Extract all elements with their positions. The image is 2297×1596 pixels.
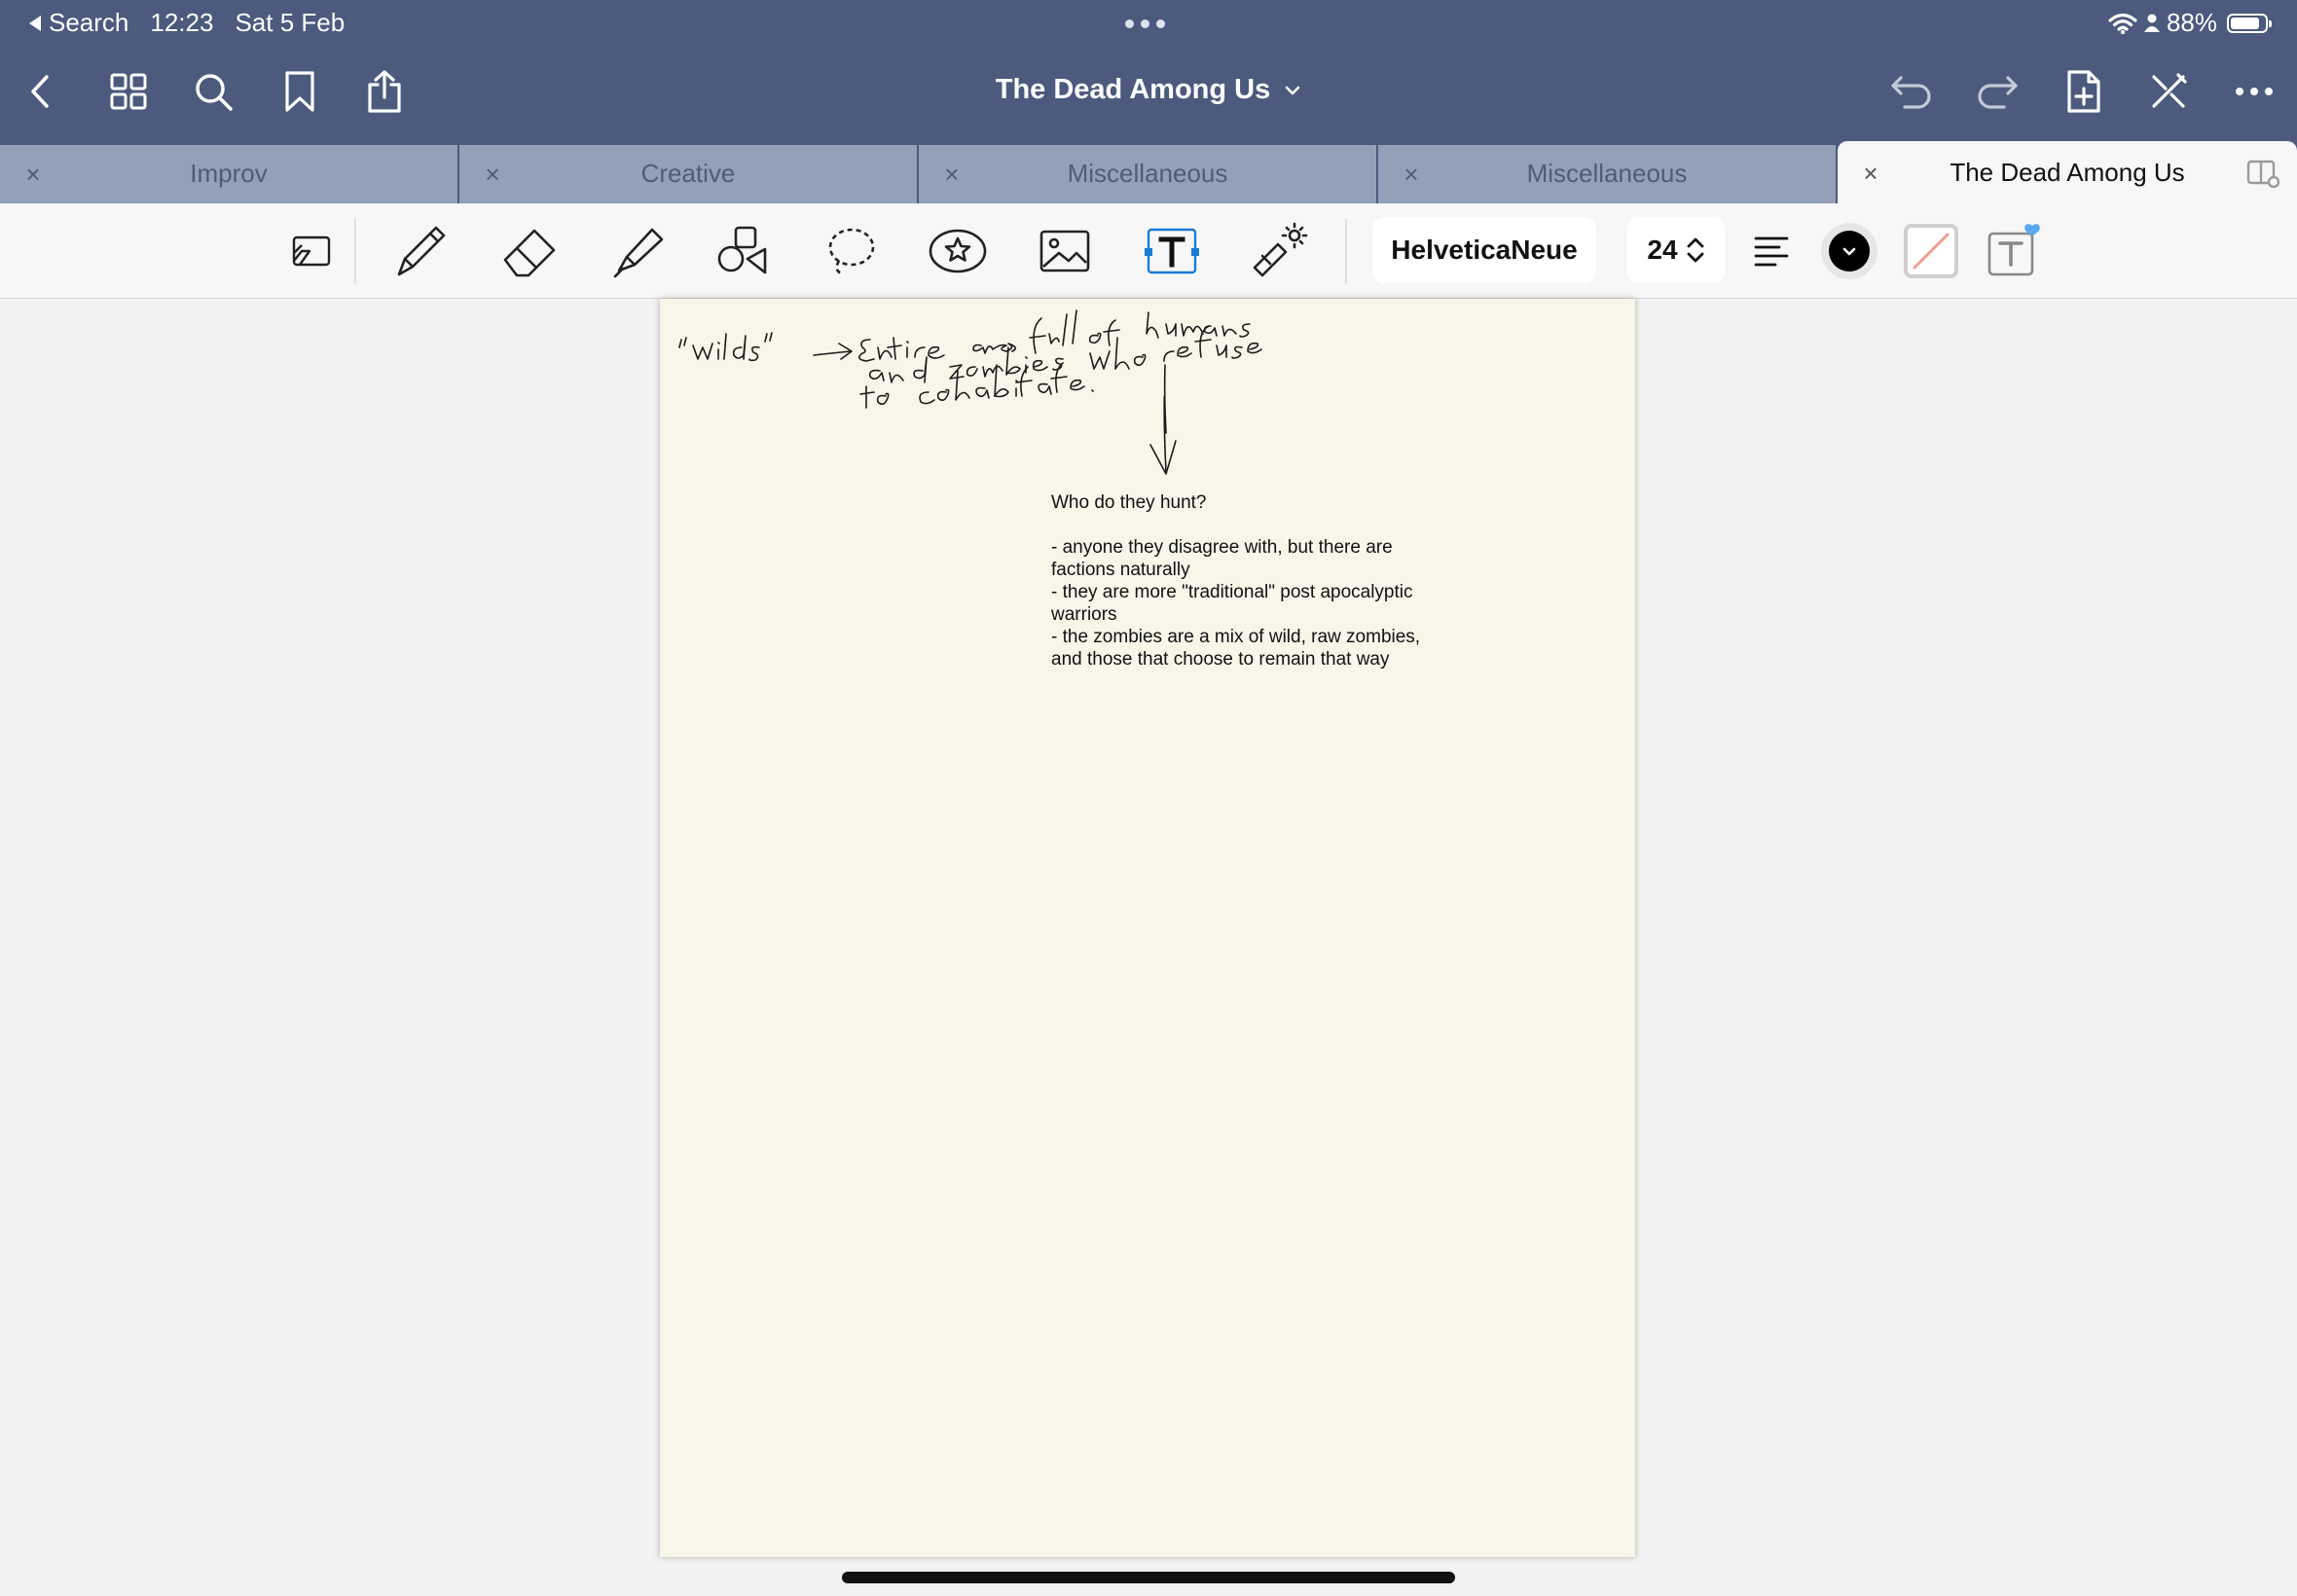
note-line: - they are more "traditional" post apoca… [1051, 582, 1413, 602]
text-align-left-icon[interactable] [1736, 217, 1806, 285]
tab-the-dead-among-us[interactable]: × The Dead Among Us [1838, 141, 2297, 205]
bookmark-icon[interactable] [274, 66, 325, 117]
grid-icon[interactable] [103, 66, 154, 117]
back-triangle-icon[interactable] [29, 15, 41, 31]
back-to-app-link[interactable]: Search [49, 8, 128, 38]
chevron-down-icon [1285, 86, 1300, 94]
notebook-page[interactable]: Who do they hunt? - anyone they disagree… [660, 299, 1635, 1557]
read-only-icon[interactable] [276, 217, 346, 285]
tab-label: Miscellaneous [1067, 159, 1228, 188]
chevron-left-icon[interactable] [16, 66, 66, 117]
tool-bar: HelveticaNeue 24 [0, 203, 2297, 299]
note-heading: Who do they hunt? [1051, 492, 1207, 513]
search-icon[interactable] [188, 66, 238, 117]
tab-miscellaneous-2[interactable]: × Miscellaneous [1378, 145, 1838, 203]
font-family-selector[interactable]: HelveticaNeue [1372, 217, 1596, 283]
tab-label: Creative [640, 159, 736, 188]
note-line: and those that choose to remain that way [1051, 649, 1390, 670]
note-line: warriors [1051, 604, 1117, 625]
text-style-presets-icon[interactable] [1978, 217, 2048, 285]
tab-label: Miscellaneous [1526, 159, 1688, 188]
tab-creative[interactable]: × Creative [459, 145, 919, 203]
home-indicator[interactable] [842, 1572, 1455, 1583]
laser-pointer-icon[interactable] [1244, 217, 1314, 285]
font-size-stepper[interactable]: 24 [1627, 217, 1725, 283]
share-icon[interactable] [359, 66, 410, 117]
status-date: Sat 5 Feb [235, 8, 346, 37]
note-text-box[interactable]: Who do they hunt? - anyone they disagree… [1051, 491, 1460, 671]
note-line: - the zombies are a mix of wild, raw zom… [1051, 627, 1421, 647]
wifi-icon [2108, 13, 2137, 34]
status-bar: Search 12:23 Sat 5 Feb 88% [0, 0, 2297, 47]
toolbar-divider [354, 219, 356, 283]
person-icon [2143, 14, 2160, 32]
text-color-swatch[interactable] [1814, 217, 1884, 285]
close-pen-icon[interactable] [2143, 66, 2194, 117]
redo-icon[interactable] [1972, 66, 2023, 117]
fill-color-none-swatch[interactable] [1896, 217, 1966, 285]
text-tool-icon[interactable] [1137, 217, 1207, 285]
eraser-icon[interactable] [494, 217, 565, 285]
tab-miscellaneous-1[interactable]: × Miscellaneous [919, 145, 1378, 203]
tab-improv[interactable]: × Improv [0, 145, 459, 203]
status-right: 88% [2108, 8, 2272, 38]
split-view-icon[interactable] [2246, 159, 2279, 188]
document-title: The Dead Among Us [995, 74, 1271, 105]
status-left: Search 12:23 Sat 5 Feb [29, 8, 345, 38]
undo-icon[interactable] [1886, 66, 1937, 117]
highlighter-icon[interactable] [603, 217, 674, 285]
pen-icon[interactable] [385, 217, 456, 285]
note-line: - anyone they disagree with, but there a… [1051, 537, 1393, 558]
image-icon[interactable] [1030, 217, 1100, 285]
more-icon[interactable] [2229, 66, 2279, 117]
shapes-icon[interactable] [709, 217, 779, 285]
app-header: Search 12:23 Sat 5 Feb 88% The Dead Amon… [0, 0, 2297, 141]
sticker-icon[interactable] [923, 217, 993, 285]
tab-bar: × Improv × Creative × Miscellaneous × Mi… [0, 141, 2297, 205]
font-size-value: 24 [1647, 235, 1678, 265]
document-title-bar: The Dead Among Us [0, 74, 2297, 106]
multitasking-dots-icon[interactable] [1125, 19, 1165, 28]
battery-percentage: 88% [2166, 8, 2217, 37]
battery-icon [2227, 13, 2272, 33]
note-blank-line [1051, 514, 1460, 536]
add-page-icon[interactable] [2058, 66, 2108, 117]
tab-label: Improv [190, 159, 268, 188]
status-time: 12:23 [150, 8, 214, 37]
font-family-value: HelveticaNeue [1391, 235, 1578, 265]
document-title-button[interactable]: The Dead Among Us [996, 74, 1302, 106]
lasso-icon[interactable] [816, 217, 886, 285]
up-down-chevron-icon [1687, 237, 1703, 263]
toolbar-divider [1345, 219, 1347, 283]
note-line: factions naturally [1051, 560, 1190, 580]
tab-label: The Dead Among Us [1950, 158, 2185, 187]
